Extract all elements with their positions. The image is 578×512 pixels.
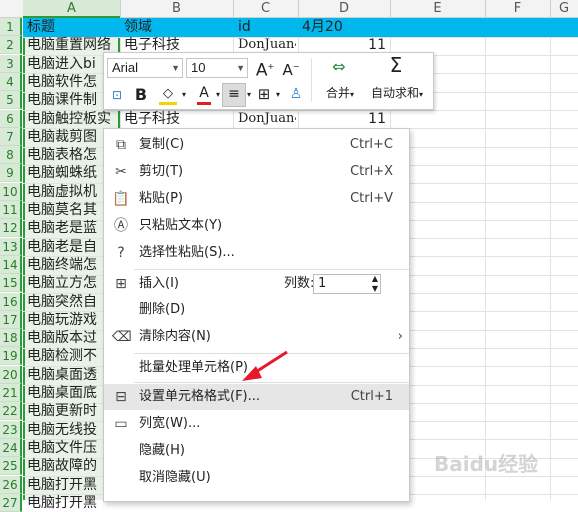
annotation-arrow <box>242 350 288 381</box>
watermark: Baidu经验 <box>434 452 539 476</box>
